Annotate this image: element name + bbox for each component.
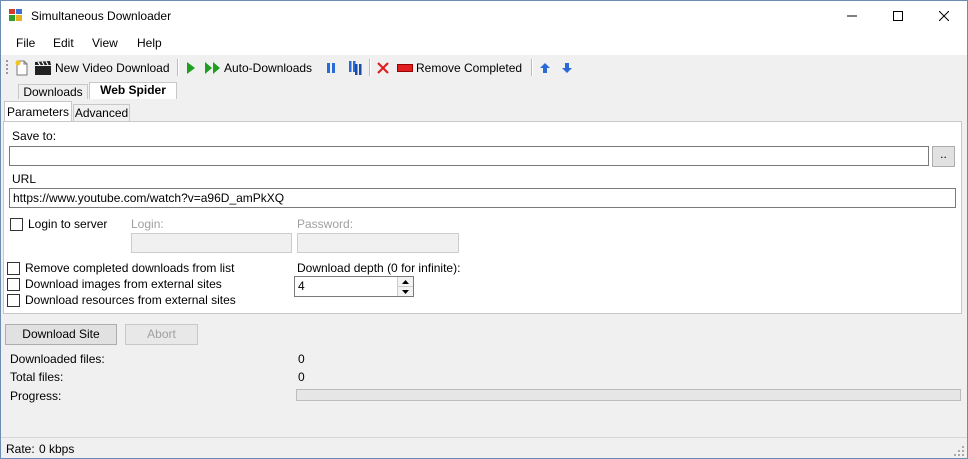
spin-up-icon — [402, 279, 409, 284]
auto-downloads-label: Auto-Downloads — [224, 60, 313, 75]
spinner-up-button[interactable] — [398, 277, 413, 286]
tab-advanced[interactable]: Advanced — [73, 104, 130, 121]
tab-advanced-label: Advanced — [74, 106, 129, 120]
arrow-up-icon — [540, 62, 550, 73]
close-button[interactable] — [921, 1, 967, 31]
close-icon — [939, 11, 949, 21]
url-label: URL — [12, 172, 37, 186]
downloaded-files-label: Downloaded files: — [10, 352, 105, 366]
login-to-server-label: Login to server — [28, 217, 108, 231]
window-title: Simultaneous Downloader — [31, 9, 172, 23]
menu-bar: File Edit View Help — [1, 31, 967, 55]
tab-web-spider-label: Web Spider — [100, 83, 166, 97]
pause-button[interactable] — [326, 58, 336, 77]
login-to-server-checkbox[interactable] — [10, 218, 23, 231]
minimize-icon — [847, 15, 857, 17]
play-icon — [187, 61, 195, 74]
menu-edit[interactable]: Edit — [53, 36, 74, 50]
login-label: Login: — [131, 217, 164, 231]
password-label: Password: — [297, 217, 354, 231]
pause-icon — [327, 62, 335, 73]
progress-label: Progress: — [10, 389, 62, 403]
download-resources-checkbox[interactable] — [7, 294, 20, 307]
app-icon — [9, 9, 22, 21]
app-window: Simultaneous Downloader File Edit View H… — [0, 0, 968, 459]
clapperboard-icon — [35, 60, 51, 75]
arrow-down-icon — [562, 62, 572, 73]
download-images-checkbox-label: Download images from external sites — [25, 277, 222, 291]
abort-button[interactable]: Abort — [125, 324, 198, 345]
fast-forward-icon — [205, 61, 220, 74]
download-depth-value[interactable]: 4 — [298, 279, 305, 293]
toolbar-separator — [177, 59, 179, 76]
new-video-download-button[interactable]: New Video Download — [34, 58, 170, 77]
download-resources-checkbox-label: Download resources from external sites — [25, 293, 236, 307]
tab-parameters-label: Parameters — [6, 105, 70, 119]
menu-file[interactable]: File — [16, 36, 35, 50]
login-input[interactable] — [131, 233, 292, 253]
tab-parameters[interactable]: Parameters — [4, 101, 72, 122]
maximize-button[interactable] — [875, 1, 921, 31]
toolbar-grip — [5, 58, 8, 77]
status-bar: Rate: 0 kbps — [1, 437, 967, 458]
rate-label: Rate: — [6, 442, 35, 456]
rate-value: 0 kbps — [39, 442, 75, 456]
delete-button[interactable] — [376, 58, 390, 77]
remove-bar-icon — [397, 63, 413, 72]
pause-all-icon — [349, 60, 362, 75]
download-depth-label: Download depth (0 for infinite): — [297, 261, 461, 275]
remove-completed-label: Remove Completed — [416, 60, 523, 75]
start-button[interactable] — [186, 58, 196, 77]
toolbar: New Video Download Auto-Downloads Remove… — [1, 55, 967, 80]
move-up-button[interactable] — [539, 58, 551, 77]
menu-view[interactable]: View — [92, 36, 118, 50]
tab-downloads-label: Downloads — [23, 85, 83, 99]
total-files-value: 0 — [298, 370, 305, 384]
pause-all-button[interactable] — [348, 58, 362, 77]
save-to-input[interactable] — [9, 146, 929, 166]
delete-x-icon — [377, 61, 389, 74]
minimize-button[interactable] — [829, 1, 875, 31]
spin-down-icon — [402, 289, 409, 294]
spinner-buttons — [397, 277, 413, 296]
remove-completed-button[interactable]: Remove Completed — [397, 58, 522, 77]
progress-bar — [296, 389, 961, 401]
total-files-label: Total files: — [10, 370, 64, 384]
resize-grip-icon[interactable] — [954, 446, 965, 457]
download-images-checkbox[interactable] — [7, 278, 20, 291]
new-document-icon — [15, 60, 28, 75]
title-bar: Simultaneous Downloader — [1, 1, 967, 31]
move-down-button[interactable] — [561, 58, 573, 77]
tab-web-spider[interactable]: Web Spider — [89, 82, 177, 99]
url-input[interactable] — [9, 188, 956, 208]
save-to-label: Save to: — [12, 129, 57, 143]
maximize-icon — [893, 11, 903, 21]
remove-completed-checkbox-label: Remove completed downloads from list — [25, 261, 235, 275]
menu-help[interactable]: Help — [137, 36, 162, 50]
tab-downloads[interactable]: Downloads — [18, 84, 88, 99]
auto-downloads-button[interactable]: Auto-Downloads — [205, 58, 312, 77]
new-download-button[interactable] — [14, 58, 30, 77]
toolbar-separator — [531, 59, 533, 76]
grip-icon — [6, 60, 8, 74]
toolbar-separator — [369, 59, 371, 76]
browse-button[interactable]: .. — [932, 146, 955, 167]
spinner-down-button[interactable] — [398, 286, 413, 296]
remove-completed-checkbox[interactable] — [7, 262, 20, 275]
download-depth-spinner[interactable]: 4 — [294, 276, 414, 297]
password-input[interactable] — [297, 233, 459, 253]
new-video-download-label: New Video Download — [55, 60, 170, 75]
downloaded-files-value: 0 — [298, 352, 305, 366]
download-site-button[interactable]: Download Site — [5, 324, 117, 345]
